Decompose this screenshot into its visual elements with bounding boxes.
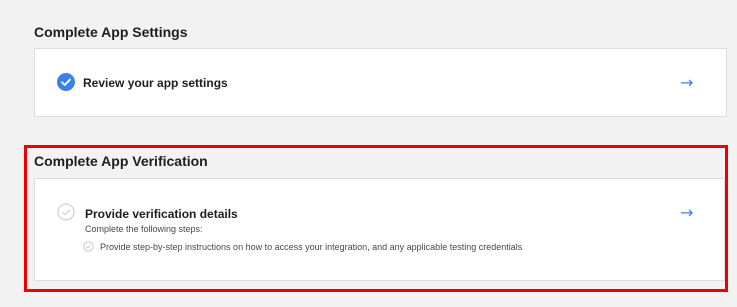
verification-details-card[interactable]: Provide verification details Complete th… xyxy=(34,178,725,281)
settings-section-title: Complete App Settings xyxy=(34,24,188,40)
check-circle-outline-icon xyxy=(83,241,94,252)
arrow-right-icon[interactable]: → xyxy=(680,205,693,221)
arrow-right-icon[interactable]: → xyxy=(680,75,693,91)
verification-step-text: Provide step-by-step instructions on how… xyxy=(100,241,523,252)
check-circle-outline-icon xyxy=(57,203,75,221)
review-settings-card[interactable]: Review your app settings → xyxy=(34,48,727,117)
review-settings-label: Review your app settings xyxy=(83,76,228,90)
verification-step-item: Provide step-by-step instructions on how… xyxy=(83,241,522,252)
verification-section-title: Complete App Verification xyxy=(34,153,208,169)
verification-subtext: Complete the following steps: xyxy=(85,224,203,234)
verification-details-label: Provide verification details xyxy=(85,207,238,221)
check-circle-filled-icon xyxy=(57,73,75,91)
